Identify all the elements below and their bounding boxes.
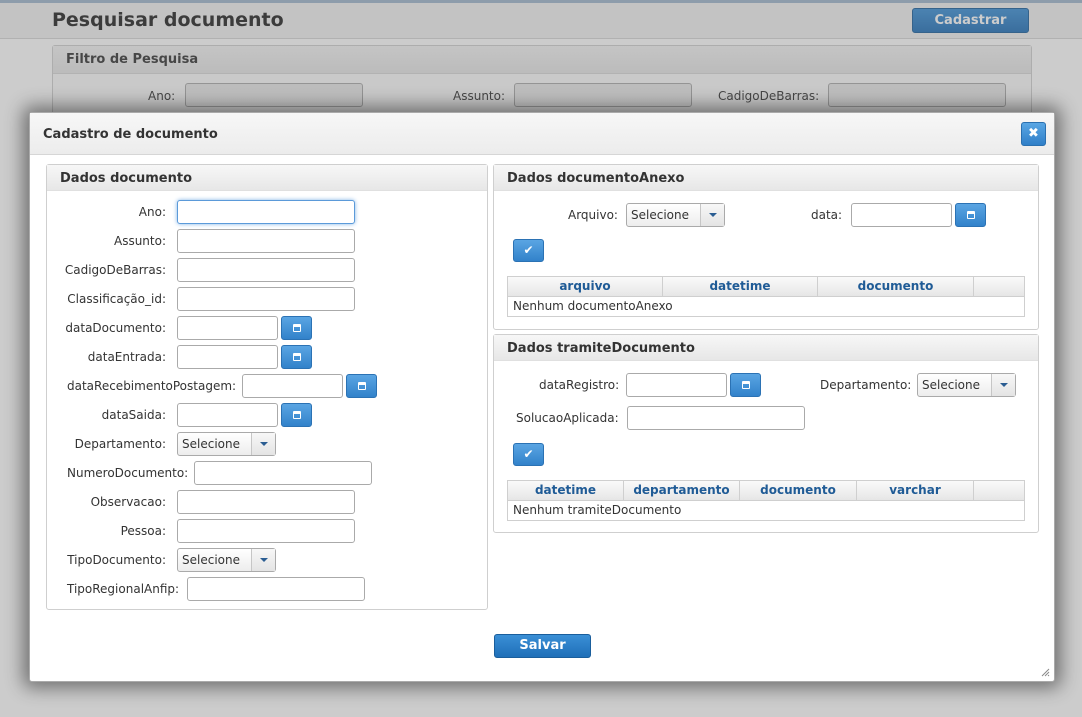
data-saida-calendar-button[interactable] [281,403,312,427]
calendar-icon [293,353,301,361]
anexo-data-calendar-button[interactable] [955,203,986,227]
data-documento-input[interactable] [177,316,278,340]
dialog-header[interactable]: Cadastro de documento ✖ [30,113,1054,155]
solucao-aplicada-label: SolucaoAplicada: [516,411,619,425]
data-documento-label: dataDocumento: [65,321,166,335]
chevron-down-icon[interactable] [251,549,275,571]
departamento-select-value: Selecione [182,437,240,451]
classificacao-input[interactable] [177,287,355,311]
arquivo-select-value: Selecione [631,208,689,222]
tramite-col-datetime[interactable]: datetime [508,481,624,500]
data-registro-input[interactable] [626,373,727,397]
ano-label: Ano: [138,205,166,219]
tramite-departamento-label: Departamento: [820,378,912,392]
tramite-grid: datetime departamento documento varchar … [507,480,1025,521]
data-recebimento-label: dataRecebimentoPostagem: [67,379,237,393]
salvar-button[interactable]: Salvar [494,634,591,658]
numero-documento-label: NumeroDocumento: [67,466,189,480]
tramite-departamento-select[interactable]: Selecione [917,373,1016,397]
tipo-regional-label: TipoRegionalAnfip: [67,582,180,596]
departamento-select[interactable]: Selecione [177,432,276,456]
chevron-down-icon[interactable] [991,374,1015,396]
chevron-down-icon[interactable] [251,433,275,455]
anexo-grid: arquivo datetime documento Nenhum docume… [507,276,1025,317]
data-entrada-input[interactable] [177,345,278,369]
cadastro-dialog: Cadastro de documento ✖ Dados documento … [29,112,1055,682]
anexo-data-input[interactable] [851,203,952,227]
tramite-add-button[interactable]: ✔ [513,443,544,466]
dados-tramite-title: Dados tramiteDocumento [494,335,1038,361]
tramite-col-documento[interactable]: documento [740,481,857,500]
data-registro-label: dataRegistro: [539,378,620,392]
calendar-icon [967,211,975,219]
anexo-empty-message: Nenhum documentoAnexo [513,299,673,313]
assunto-label: Assunto: [113,234,166,248]
observacao-input[interactable] [177,490,355,514]
data-entrada-calendar-button[interactable] [281,345,312,369]
close-icon: ✖ [1028,126,1039,141]
arquivo-select[interactable]: Selecione [626,203,725,227]
dados-documento-anexo-title: Dados documentoAnexo [494,165,1038,191]
data-entrada-label: dataEntrada: [87,350,166,364]
solucao-aplicada-input[interactable] [627,406,805,430]
tramite-grid-header: datetime departamento documento varchar [508,481,1024,501]
check-icon: ✔ [523,243,534,257]
codigo-barras-label: CadigoDeBarras: [64,263,166,277]
observacao-label: Observacao: [90,495,166,509]
assunto-input[interactable] [177,229,355,253]
tipo-documento-select[interactable]: Selecione [177,548,276,572]
tipo-documento-select-value: Selecione [182,553,240,567]
pessoa-label: Pessoa: [120,524,166,538]
data-saida-label: dataSaida: [101,408,166,422]
ano-input[interactable] [177,200,355,224]
tipo-regional-input[interactable] [187,577,365,601]
data-recebimento-calendar-button[interactable] [346,374,377,398]
check-icon: ✔ [523,447,534,461]
data-recebimento-input[interactable] [242,374,343,398]
anexo-add-button[interactable]: ✔ [513,239,544,262]
tipo-documento-label: TipoDocumento: [67,553,166,567]
pessoa-input[interactable] [177,519,355,543]
calendar-icon [742,381,750,389]
anexo-col-documento[interactable]: documento [818,277,974,296]
resize-handle-icon[interactable] [1040,667,1050,677]
anexo-data-label: data: [811,208,843,222]
data-registro-calendar-button[interactable] [730,373,761,397]
anexo-grid-header: arquivo datetime documento [508,277,1024,297]
chevron-down-icon[interactable] [700,204,724,226]
numero-documento-input[interactable] [194,461,372,485]
codigo-barras-input[interactable] [177,258,355,282]
close-button[interactable]: ✖ [1021,122,1046,146]
calendar-icon [293,324,301,332]
classificacao-label: Classificação_id: [67,292,166,306]
dados-documento-title: Dados documento [47,165,487,191]
tramite-col-departamento[interactable]: departamento [624,481,740,500]
arquivo-label: Arquivo: [568,208,618,222]
tramite-departamento-select-value: Selecione [922,378,980,392]
calendar-icon [358,382,366,390]
tramite-col-varchar[interactable]: varchar [857,481,974,500]
data-saida-input[interactable] [177,403,278,427]
tramite-empty-message: Nenhum tramiteDocumento [513,503,682,517]
anexo-col-arquivo[interactable]: arquivo [508,277,663,296]
anexo-col-datetime[interactable]: datetime [663,277,818,296]
calendar-icon [293,411,301,419]
data-documento-calendar-button[interactable] [281,316,312,340]
departamento-label: Departamento: [74,437,166,451]
dialog-title: Cadastro de documento [43,127,218,142]
